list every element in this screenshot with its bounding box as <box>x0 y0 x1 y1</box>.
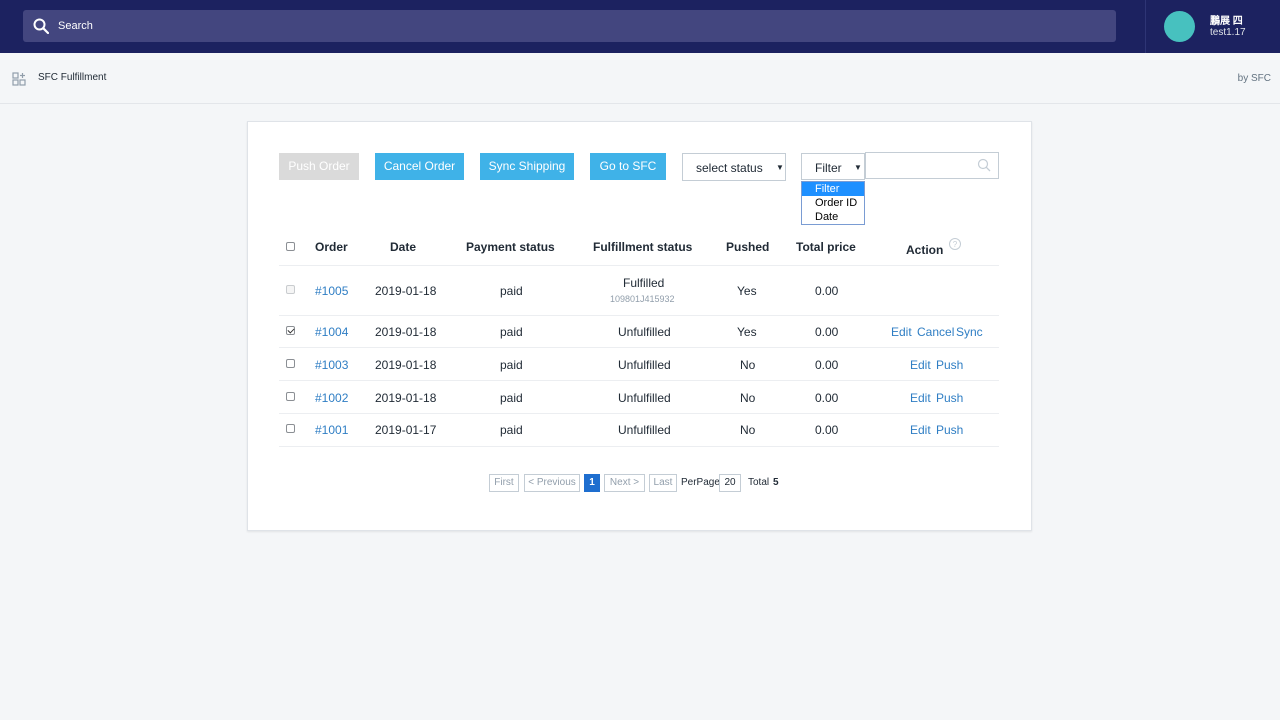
fulfillment-status: Fulfilled <box>623 276 665 290</box>
order-date: 2019-01-17 <box>375 423 437 437</box>
edit-link[interactable]: Edit <box>910 391 931 405</box>
caret-down-icon: ▼ <box>776 163 784 172</box>
app-header <box>0 53 1280 104</box>
global-search[interactable]: Search <box>23 10 1116 42</box>
row-divider <box>279 413 999 414</box>
go-to-sfc-button[interactable]: Go to SFC <box>590 153 666 180</box>
search-icon <box>33 18 49 34</box>
order-date: 2019-01-18 <box>375 391 437 405</box>
caret-down-icon: ▼ <box>854 163 862 172</box>
pushed-status: No <box>740 391 756 405</box>
pushed-status: Yes <box>737 325 757 339</box>
total-price: 0.00 <box>815 358 839 372</box>
payment-status: paid <box>500 423 523 437</box>
total-price: 0.00 <box>815 284 839 298</box>
push-link[interactable]: Push <box>936 358 963 372</box>
order-link[interactable]: #1005 <box>315 284 348 298</box>
order-date: 2019-01-18 <box>375 325 437 339</box>
row-checkbox[interactable] <box>286 424 295 433</box>
fulfillment-status: Unfulfilled <box>618 358 671 372</box>
help-icon[interactable]: ? <box>949 238 961 250</box>
topbar-divider <box>1145 0 1146 53</box>
header-date: Date <box>390 240 417 254</box>
row-checkbox[interactable] <box>286 285 295 294</box>
row-checkbox[interactable] <box>286 359 295 368</box>
push-link[interactable]: Push <box>936 423 963 437</box>
select-all-checkbox[interactable] <box>286 242 295 251</box>
order-link[interactable]: #1003 <box>315 358 348 372</box>
app-grid-icon <box>12 72 26 86</box>
header-fulfillment: Fulfillment status <box>593 240 693 254</box>
app-title: SFC Fulfillment <box>38 72 107 83</box>
order-link[interactable]: #1004 <box>315 325 348 339</box>
page-first-button[interactable]: First <box>489 474 519 492</box>
edit-link[interactable]: Edit <box>910 358 931 372</box>
header-action: Action <box>906 243 944 257</box>
order-date: 2019-01-18 <box>375 358 437 372</box>
payment-status: paid <box>500 391 523 405</box>
page-current[interactable]: 1 <box>584 474 600 492</box>
sync-link[interactable]: Sync <box>956 325 983 339</box>
shop-name[interactable]: test1.17 <box>1210 27 1246 38</box>
page-previous-button[interactable]: < Previous <box>524 474 580 492</box>
push-order-button[interactable]: Push Order <box>279 153 359 180</box>
header-payment: Payment status <box>466 240 555 254</box>
payment-status: paid <box>500 325 523 339</box>
top-bar: Search 鵬展 四 test1.17 <box>0 0 1280 53</box>
row-divider <box>279 315 999 316</box>
pushed-status: No <box>740 423 756 437</box>
total-count: 5 <box>773 477 779 488</box>
row-checkbox[interactable] <box>286 392 295 401</box>
filter-option[interactable]: Date <box>802 210 864 224</box>
search-placeholder: Search <box>58 20 93 32</box>
sync-shipping-button[interactable]: Sync Shipping <box>480 153 574 180</box>
total-price: 0.00 <box>815 325 839 339</box>
row-divider <box>279 265 999 266</box>
header-pushed: Pushed <box>726 240 770 254</box>
payment-status: paid <box>500 358 523 372</box>
cancel-order-button[interactable]: Cancel Order <box>375 153 464 180</box>
app-credit: by SFC <box>1237 73 1271 84</box>
order-date: 2019-01-18 <box>375 284 437 298</box>
filter-option[interactable]: Order ID <box>802 196 864 210</box>
cancel-link[interactable]: Cancel <box>917 325 954 339</box>
header-order: Order <box>315 240 348 254</box>
order-link[interactable]: #1001 <box>315 423 348 437</box>
edit-link[interactable]: Edit <box>891 325 912 339</box>
status-select-value: select status <box>696 161 763 175</box>
per-page-input[interactable]: 20 <box>719 474 741 492</box>
search-icon[interactable] <box>977 158 991 172</box>
order-search-input[interactable] <box>865 152 999 179</box>
filter-select-value: Filter <box>815 161 842 175</box>
order-link[interactable]: #1002 <box>315 391 348 405</box>
tracking-number: 109801J415932 <box>610 294 675 304</box>
total-price: 0.00 <box>815 391 839 405</box>
row-divider <box>279 446 999 447</box>
push-link[interactable]: Push <box>936 391 963 405</box>
pushed-status: Yes <box>737 284 757 298</box>
row-divider <box>279 380 999 381</box>
avatar[interactable] <box>1164 11 1195 42</box>
total-label: Total <box>748 477 770 488</box>
fulfillment-status: Unfulfilled <box>618 325 671 339</box>
page-last-button[interactable]: Last <box>649 474 677 492</box>
total-price: 0.00 <box>815 423 839 437</box>
payment-status: paid <box>500 284 523 298</box>
fulfillment-status: Unfulfilled <box>618 391 671 405</box>
status-select[interactable]: select status ▼ <box>682 153 786 181</box>
fulfillment-status: Unfulfilled <box>618 423 671 437</box>
row-divider <box>279 347 999 348</box>
edit-link[interactable]: Edit <box>910 423 931 437</box>
filter-option[interactable]: Filter <box>802 182 864 196</box>
header-total: Total price <box>796 240 856 254</box>
per-page-label: PerPage <box>681 477 720 488</box>
row-checkbox[interactable] <box>286 326 295 335</box>
pushed-status: No <box>740 358 756 372</box>
filter-select[interactable]: Filter ▼ <box>801 153 865 180</box>
page-next-button[interactable]: Next > <box>604 474 645 492</box>
filter-dropdown: Filter Order ID Date <box>801 181 865 225</box>
user-name[interactable]: 鵬展 四 <box>1210 12 1243 27</box>
